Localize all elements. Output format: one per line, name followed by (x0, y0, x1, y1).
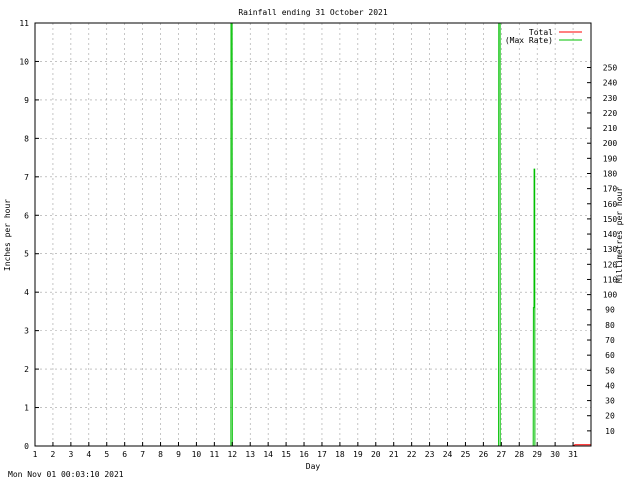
y2-tick-label: 80 (605, 321, 615, 330)
y2-tick-label: 70 (605, 336, 615, 345)
y2-tick-label: 200 (603, 139, 618, 148)
y2-axis-label: Millimetres per hour (615, 187, 624, 284)
y2-tick-label: 60 (605, 351, 615, 360)
y2-axis-ticks: 1020304050607080901001101201301401501601… (587, 64, 617, 436)
x-tick-label: 14 (263, 450, 273, 459)
x-tick-label: 7 (140, 450, 145, 459)
data-series (35, 22, 591, 447)
y-tick-label: 5 (24, 250, 29, 259)
x-tick-label: 20 (371, 450, 381, 459)
x-tick-label: 19 (353, 450, 363, 459)
y2-tick-label: 210 (603, 124, 618, 133)
y2-tick-label: 220 (603, 109, 618, 118)
x-tick-label: 23 (425, 450, 435, 459)
x-tick-label: 21 (389, 450, 399, 459)
y-tick-label: 3 (24, 327, 29, 336)
x-tick-label: 16 (299, 450, 309, 459)
y2-tick-label: 40 (605, 381, 615, 390)
y-tick-label: 8 (24, 134, 29, 143)
x-tick-label: 31 (568, 450, 578, 459)
x-tick-label: 27 (497, 450, 507, 459)
y-tick-label: 2 (24, 365, 29, 374)
x-tick-label: 4 (86, 450, 91, 459)
x-tick-label: 15 (281, 450, 291, 459)
x-tick-label: 17 (317, 450, 327, 459)
y2-tick-label: 100 (603, 291, 618, 300)
x-tick-label: 29 (532, 450, 542, 459)
x-tick-label: 18 (335, 450, 345, 459)
x-axis-ticks: 1 2 3 4 5 6 7 8 9 10 11 12 13 14 15 16 17 18 19 20 21 22 23 24 2… (33, 442, 578, 459)
x-tick-label: 25 (461, 450, 471, 459)
y-tick-label: 4 (24, 288, 29, 297)
series-line (35, 22, 591, 447)
x-tick-label: 24 (443, 450, 453, 459)
y-tick-label: 7 (24, 173, 29, 182)
x-tick-label: 2 (51, 450, 56, 459)
x-tick-label: 1 (33, 450, 38, 459)
y-tick-label: 9 (24, 96, 29, 105)
y-tick-label: 10 (19, 57, 29, 66)
legend: Total(Max Rate) (505, 28, 582, 45)
y2-tick-label: 30 (605, 397, 615, 406)
y-tick-label: 6 (24, 211, 29, 220)
y-axis-ticks: 0 1 2 3 4 5 6 7 8 9 10 11 (19, 19, 39, 451)
x-tick-label: 3 (68, 450, 73, 459)
x-tick-label: 30 (550, 450, 560, 459)
y2-tick-label: 250 (603, 64, 618, 73)
rainfall-chart: Rainfall ending 31 October 2021 12345678… (3, 8, 624, 479)
y2-tick-label: 90 (605, 306, 615, 315)
x-tick-label: 13 (245, 450, 255, 459)
plot-frame (34, 22, 592, 447)
x-tick-label: 8 (158, 450, 163, 459)
y2-tick-label: 20 (605, 412, 615, 421)
y2-tick-label: 230 (603, 94, 618, 103)
x-tick-label: 5 (104, 450, 109, 459)
x-tick-label: 9 (176, 450, 181, 459)
y2-tick-label: 50 (605, 366, 615, 375)
legend-label: (Max Rate) (505, 36, 553, 45)
y2-tick-label: 190 (603, 154, 618, 163)
x-tick-label: 6 (122, 450, 127, 459)
y-tick-label: 0 (24, 442, 29, 451)
y-tick-label: 1 (24, 404, 29, 413)
y2-tick-label: 240 (603, 79, 618, 88)
x-axis-label: Day (306, 462, 321, 471)
y-tick-label: 11 (19, 19, 29, 28)
x-tick-label: 22 (407, 450, 417, 459)
x-tick-label: 28 (514, 450, 524, 459)
footer-timestamp: Mon Nov 01 00:03:10 2021 (8, 470, 124, 479)
y2-tick-label: 180 (603, 169, 618, 178)
x-tick-label: 26 (479, 450, 489, 459)
x-tick-label: 12 (227, 450, 237, 459)
y2-tick-label: 10 (605, 427, 615, 436)
y-axis-label: Inches per hour (3, 199, 12, 271)
grid-lines (34, 23, 591, 446)
chart-title: Rainfall ending 31 October 2021 (238, 8, 387, 17)
x-tick-label: 10 (192, 450, 202, 459)
x-tick-label: 11 (210, 450, 220, 459)
